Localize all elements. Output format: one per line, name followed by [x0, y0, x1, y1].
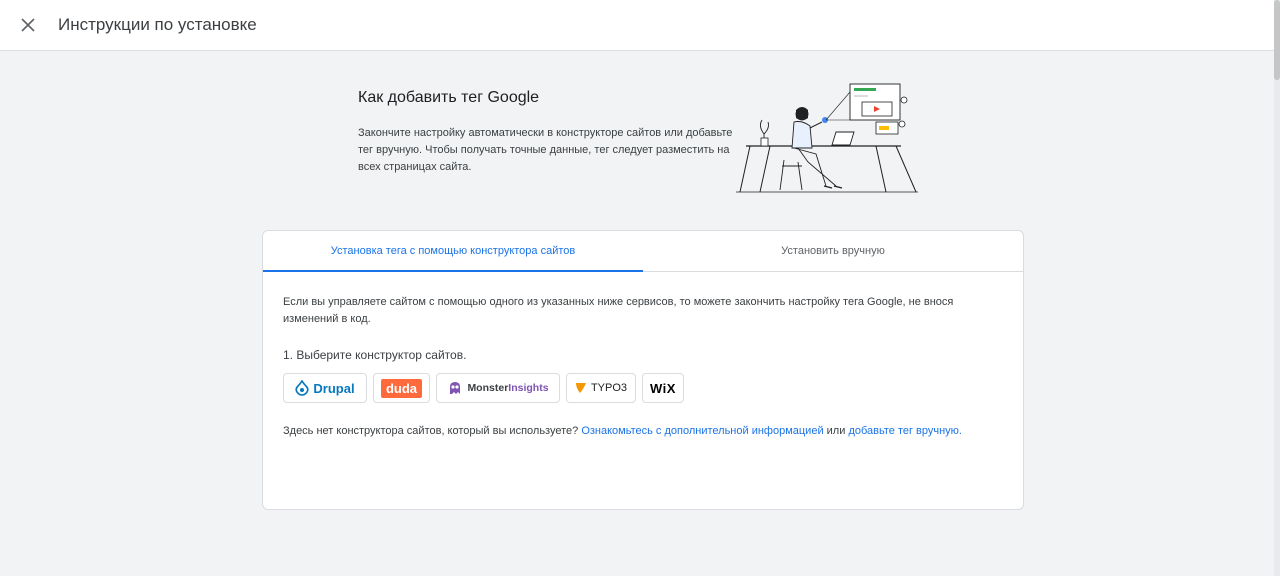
- drupal-label: Drupal: [313, 380, 355, 396]
- page-title: Инструкции по установке: [58, 15, 257, 34]
- footer-text: Здесь нет конструктора сайтов, который в…: [283, 423, 1003, 440]
- scrollbar-thumb[interactable]: [1274, 0, 1280, 80]
- duda-label: duda: [380, 378, 423, 398]
- builder-wix-button[interactable]: WiX: [642, 373, 684, 403]
- tabs: Установка тега с помощью конструктора са…: [263, 231, 1023, 272]
- builder-duda-button[interactable]: duda: [373, 373, 430, 403]
- footer-prefix: Здесь нет конструктора сайтов, который в…: [283, 425, 579, 437]
- tab-manual-install[interactable]: Установить вручную: [643, 231, 1023, 271]
- scrollbar[interactable]: [1274, 0, 1280, 576]
- wix-label: WiX: [650, 380, 676, 396]
- more-info-link[interactable]: Ознакомьтесь с дополнительной информацие…: [581, 425, 823, 437]
- builder-logos: Drupal duda Monster Insights TYPO3 WiX: [283, 373, 1003, 403]
- drupal-icon: [295, 380, 310, 396]
- person-at-desk-illustration: [736, 83, 918, 193]
- close-icon: [21, 18, 35, 32]
- add-tag-manually-link[interactable]: добавьте тег вручную.: [848, 425, 962, 437]
- hero-description: Закончите настройку автоматически в конс…: [358, 127, 733, 173]
- builder-drupal-button[interactable]: Drupal: [283, 373, 367, 403]
- tab-website-builder[interactable]: Установка тега с помощью конструктора са…: [263, 231, 643, 272]
- intro-text: Если вы управляете сайтом с помощью одно…: [283, 296, 954, 325]
- builder-monsterinsights-button[interactable]: Monster Insights: [436, 373, 560, 403]
- typo3-label: TYPO3: [590, 382, 628, 394]
- hero-title: Как добавить тег Google: [358, 89, 540, 106]
- builder-typo3-button[interactable]: TYPO3: [566, 373, 636, 403]
- typo3-icon: [575, 383, 586, 393]
- footer-middle: или: [826, 425, 846, 437]
- insights-label: Insights: [508, 382, 549, 394]
- top-bar: Инструкции по установке: [0, 0, 1274, 51]
- step-label: 1. Выберите конструктор сайтов.: [283, 348, 467, 362]
- close-button[interactable]: [16, 13, 40, 37]
- install-card: Установка тега с помощью конструктора са…: [262, 230, 1024, 510]
- monster-icon: [450, 382, 461, 394]
- monster-label: Monster: [467, 382, 509, 394]
